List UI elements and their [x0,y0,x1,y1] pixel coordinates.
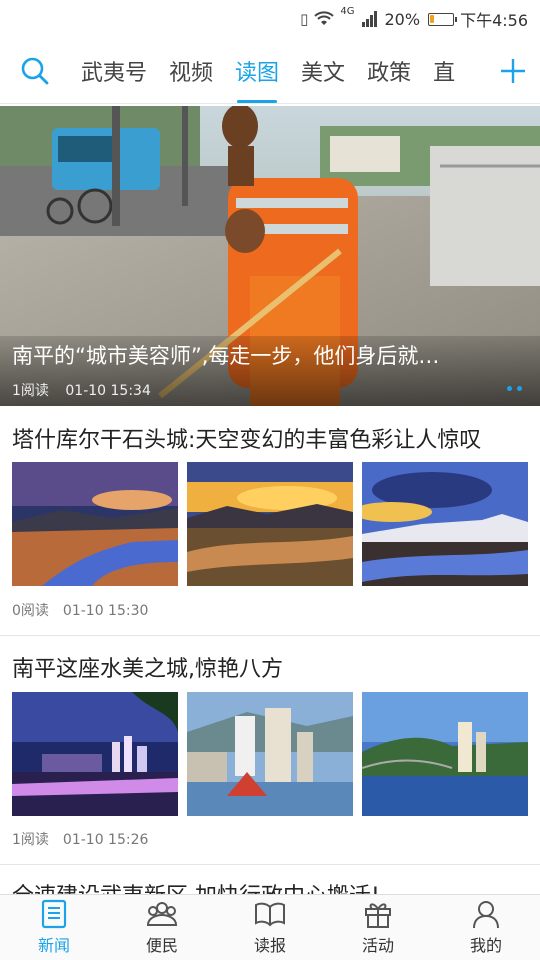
article-meta: 1阅读 01-10 15:26 [12,829,148,849]
signal-icon [361,11,377,27]
publish-time: 01-10 15:34 [65,383,151,399]
thumbnail-image[interactable] [12,692,178,816]
tab-label: 活动 [361,936,394,955]
article-title[interactable]: 塔什库尔干石头城:天空变幻的丰富色彩让人惊叹 [12,422,481,454]
plus-icon [501,58,525,83]
search-icon [21,57,49,84]
article-title[interactable]: 南平这座水美之城,惊艳八方 [12,651,283,683]
article-card[interactable]: 塔什库尔干石头城:天空变幻的丰富色彩让人惊叹 0阅读 01-10 15:30 [0,408,540,636]
hero-meta: 1阅读 01-10 15:34 [12,380,151,400]
tab-channel[interactable]: 美文 [290,38,356,104]
thumbnail-image[interactable] [362,462,528,586]
bottom-tab-bar: 新闻 便民 读报 活动 我的 [0,894,540,960]
network-type: 4G [340,6,355,17]
vibrate-icon: ▯ [300,10,309,28]
read-count: 1阅读 [12,832,49,848]
article-card[interactable]: 南平这座水美之城,惊艳八方 1阅读 01-10 15:26 [0,637,540,865]
book-icon [255,902,285,927]
status-bar: ▯ 4G 20% 下午4:56 [0,0,540,38]
wifi-icon [314,11,335,25]
publish-time: 01-10 15:30 [62,603,149,619]
thumbnail-image[interactable] [12,462,178,586]
top-nav: 武夷号 视频 读图 美文 政策直 [0,38,540,104]
battery-icon [428,12,458,26]
carousel-dot [517,386,522,391]
search-button[interactable] [0,38,70,104]
thumbnail-image[interactable] [362,692,528,816]
hero-title[interactable]: 南平的“城市美容师”,每走一步，他们身后就… [12,340,532,370]
article-meta: 0阅读 01-10 15:30 [12,600,148,620]
tab-channel[interactable]: 直 [422,38,466,104]
tab-newspaper[interactable]: 读报 [216,895,324,960]
channel-tabs: 武夷号 视频 读图 美文 政策直 [70,38,486,104]
read-count: 1阅读 [12,383,49,399]
battery-percent: 20% [384,9,421,29]
add-channel-button[interactable] [486,38,540,104]
article-thumbnails [12,462,528,586]
article-thumbnails [12,692,528,816]
tab-activities[interactable]: 活动 [324,895,432,960]
tab-label: 便民 [145,936,178,955]
thumbnail-image[interactable] [187,692,353,816]
people-icon [146,902,178,926]
tab-channel[interactable]: 政策 [356,38,422,104]
tab-channel[interactable]: 武夷号 [70,38,158,104]
user-icon [473,901,499,929]
tab-channel[interactable]: 读图 [224,38,290,104]
carousel-dot [507,386,512,391]
tab-mine[interactable]: 我的 [432,895,540,960]
gift-icon [365,903,391,928]
tab-channel[interactable]: 视频 [158,38,224,104]
tab-news[interactable]: 新闻 [0,895,108,960]
tab-services[interactable]: 便民 [108,895,216,960]
carousel-indicator [507,386,522,391]
read-count: 0阅读 [12,603,49,619]
news-icon [41,899,67,929]
thumbnail-image[interactable] [187,462,353,586]
clock: 下午4:56 [460,11,528,30]
publish-time: 01-10 15:26 [62,832,149,848]
tab-label: 新闻 [37,936,70,955]
tab-label: 我的 [469,936,502,955]
tab-label: 读报 [253,936,286,955]
